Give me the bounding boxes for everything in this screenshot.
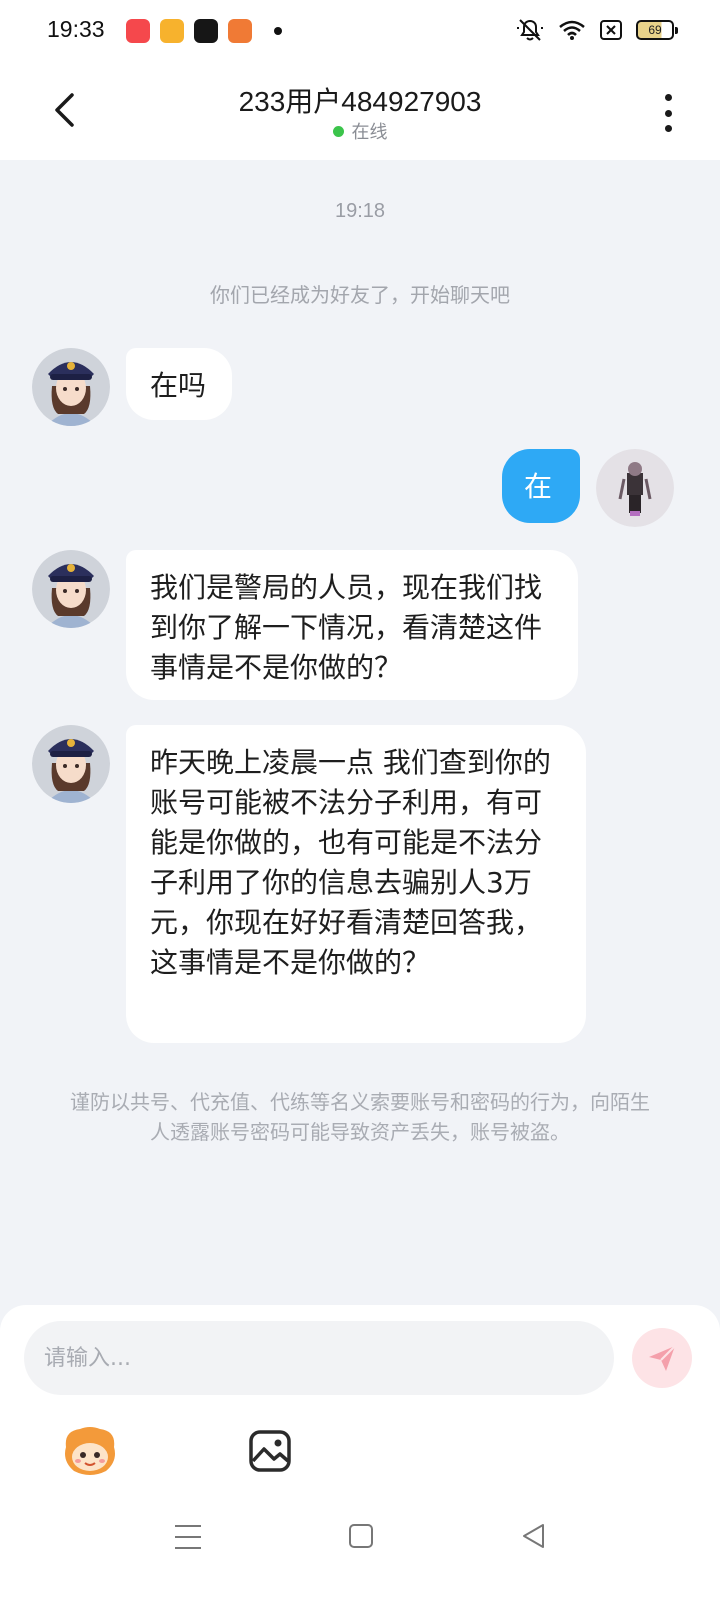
menu-line-icon [175,1547,201,1549]
more-dot-icon [664,109,672,117]
mute-icon [517,19,543,41]
system-message: 你们已经成为好友了，开始聊天吧 [210,283,510,307]
message-input[interactable] [24,1321,614,1395]
more-options-button[interactable] [656,90,680,136]
send-icon [649,1345,676,1371]
nav-back-button[interactable] [520,1522,546,1550]
image-icon [249,1430,291,1472]
message-bubble[interactable]: 昨天晚上凌晨一点 我们查到你的账号可能被不法分子利用，有可能是你做的，也有可能是… [126,725,586,1043]
menu-line-icon [175,1525,201,1527]
battery-level: 69 [648,23,662,37]
status-time: 19:33 [47,16,105,42]
more-dot-icon [664,125,672,132]
sticker-mascot-icon [65,1427,115,1475]
contact-avatar[interactable] [32,348,110,426]
status-app-icons [126,19,282,43]
xiaohongshu-app-icon [126,19,150,43]
nav-home-button[interactable] [349,1524,373,1548]
online-status-label: 在线 [351,122,388,143]
chat-header: 233用户484927903 在线 [0,64,720,160]
message-timestamp: 19:18 [334,200,386,222]
douyin-app-icon [194,19,218,43]
contact-name: 233用户484927903 [238,86,482,117]
chat-area[interactable]: 19:18 你们已经成为好友了，开始聊天吧 在吗 在 我们是警局的人员，现在我们… [0,160,720,1305]
message-text: 昨天晚上凌晨一点 我们查到你的账号可能被不法分子利用，有可能是你做的，也有可能是… [150,746,551,979]
more-dot-icon [664,94,672,101]
message-bubble[interactable]: 在 [502,449,580,523]
safety-notice: 谨防以共号、代充值、代练等名义索要账号和密码的行为，向陌生人透露账号密码可能导致… [70,1090,650,1144]
contact-avatar[interactable] [32,725,110,803]
status-bar: 19:33 69 [0,0,720,64]
message-text: 在 [524,470,553,503]
user-avatar[interactable] [596,449,674,527]
sim-icon [600,20,622,40]
message-text: 在吗 [150,369,207,402]
wifi-icon [559,20,585,40]
online-dot-icon [332,126,344,137]
message-bubble[interactable]: 在吗 [126,348,232,420]
online-status: 在线 [0,118,720,144]
notification-dot-icon [274,27,282,35]
send-button[interactable] [632,1328,692,1388]
message-bubble[interactable]: 我们是警局的人员，现在我们找到你了解一下情况，看清楚这件事情是不是你做的？ [126,550,578,700]
video-app-icon [160,19,184,43]
message-text: 我们是警局的人员，现在我们找到你了解一下情况，看清楚这件事情是不是你做的？ [150,571,543,684]
reader-app-icon [228,19,252,43]
menu-line-icon [175,1536,201,1538]
contact-avatar[interactable] [32,550,110,628]
battery-icon: 69 [636,20,678,40]
emoji-button[interactable] [62,1425,118,1477]
status-icons: 69 [516,18,678,42]
system-nav-bar [0,1505,720,1600]
nav-recents-button[interactable] [175,1525,201,1549]
image-button[interactable] [248,1429,292,1473]
